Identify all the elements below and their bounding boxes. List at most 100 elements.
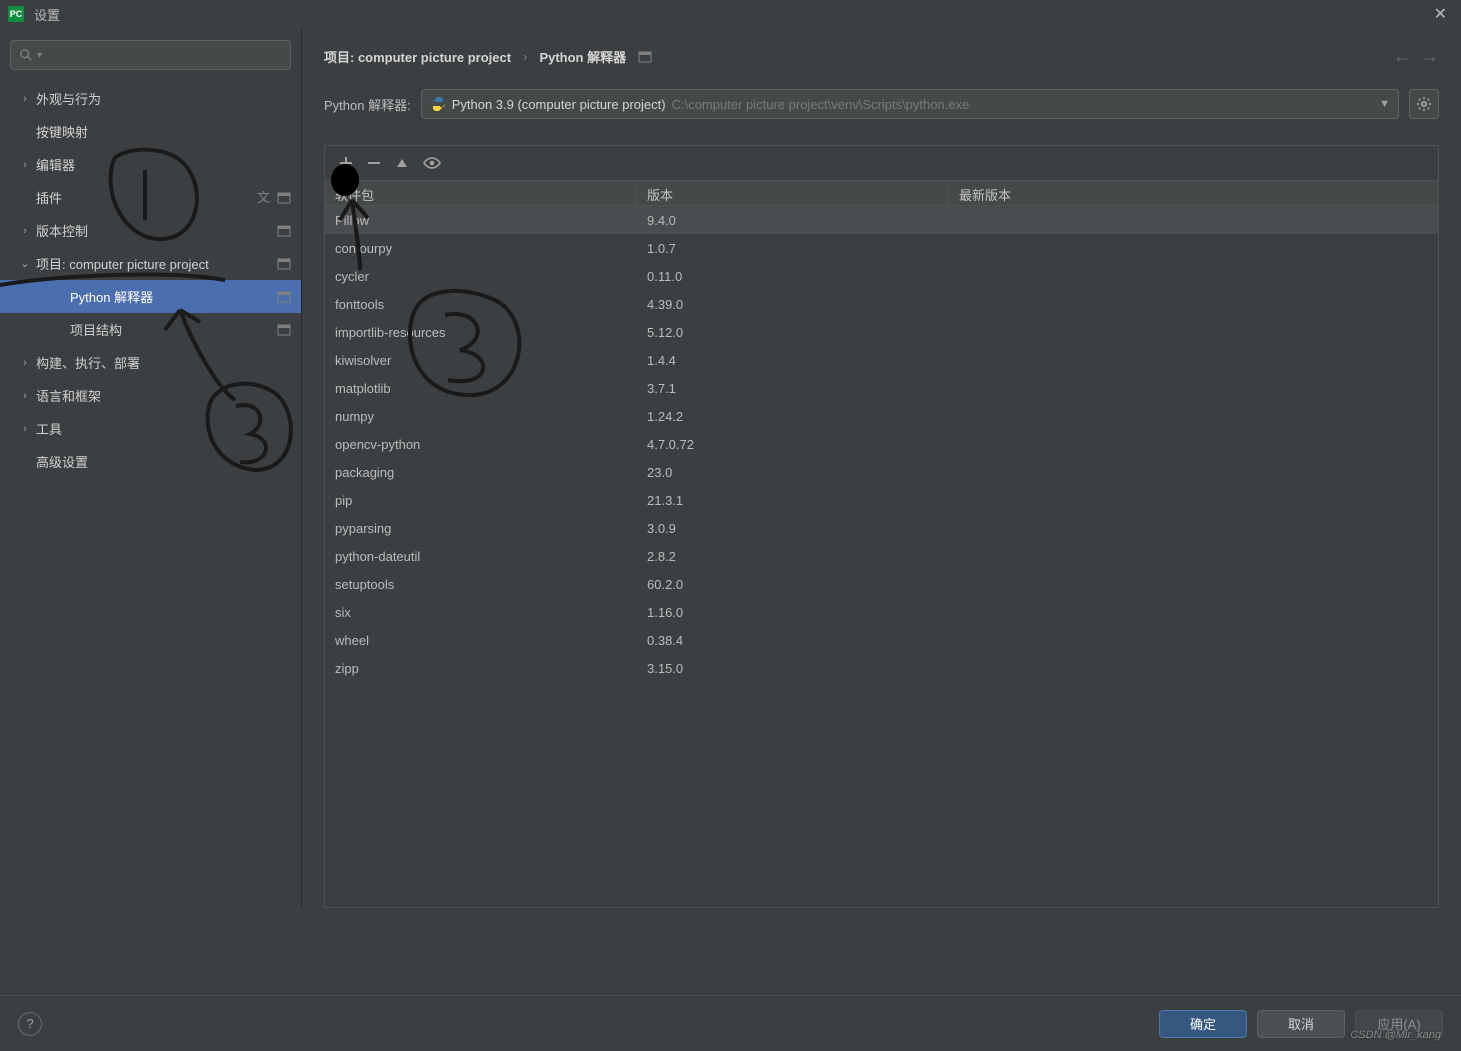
package-name: wheel: [325, 633, 637, 648]
package-row[interactable]: importlib-resources5.12.0: [325, 318, 1438, 346]
package-version: 23.0: [637, 465, 949, 480]
add-package-button[interactable]: [339, 156, 353, 170]
package-version: 21.3.1: [637, 493, 949, 508]
python-icon: [430, 96, 446, 112]
package-row[interactable]: kiwisolver1.4.4: [325, 346, 1438, 374]
interpreter-path: C:\computer picture project\venv\Scripts…: [672, 97, 970, 112]
package-row[interactable]: wheel0.38.4: [325, 626, 1438, 654]
sidebar-item[interactable]: ⌄项目: computer picture project: [0, 247, 301, 280]
package-row[interactable]: opencv-python4.7.0.72: [325, 430, 1438, 458]
package-version: 4.39.0: [637, 297, 949, 312]
package-row[interactable]: six1.16.0: [325, 598, 1438, 626]
tree-arrow-icon: ›: [18, 225, 32, 237]
content-pane: 项目: computer picture project › Python 解释…: [302, 28, 1461, 908]
package-name: importlib-resources: [325, 325, 637, 340]
tree-arrow-icon: ›: [18, 423, 32, 435]
package-version: 4.7.0.72: [637, 437, 949, 452]
sidebar-item[interactable]: ›工具: [0, 412, 301, 445]
gear-icon: [1416, 96, 1432, 112]
package-name: fonttools: [325, 297, 637, 312]
sidebar-item-label: 高级设置: [36, 452, 291, 471]
sidebar-item-label: 外观与行为: [36, 89, 291, 108]
nav-back-icon[interactable]: ←: [1393, 46, 1411, 67]
package-list[interactable]: Pillow9.4.0contourpy1.0.7cycler0.11.0fon…: [325, 206, 1438, 907]
titlebar: PC 设置 ✕: [0, 0, 1461, 28]
sidebar-item[interactable]: 项目结构: [0, 313, 301, 346]
package-name: pyparsing: [325, 521, 637, 536]
col-name[interactable]: 软件包: [325, 181, 637, 205]
package-version: 1.0.7: [637, 241, 949, 256]
sidebar-item[interactable]: › 版本控制: [0, 214, 301, 247]
nav-forward-icon[interactable]: →: [1421, 46, 1439, 67]
package-row[interactable]: matplotlib3.7.1: [325, 374, 1438, 402]
close-icon[interactable]: ✕: [1428, 4, 1453, 24]
package-row[interactable]: contourpy1.0.7: [325, 234, 1438, 262]
sidebar-item[interactable]: ›语言和框架: [0, 379, 301, 412]
help-button[interactable]: ?: [18, 1012, 42, 1036]
package-version: 3.7.1: [637, 381, 949, 396]
sidebar-item-label: 语言和框架: [36, 386, 291, 405]
package-version: 1.24.2: [637, 409, 949, 424]
package-row[interactable]: pyparsing3.0.9: [325, 514, 1438, 542]
package-row[interactable]: pip21.3.1: [325, 486, 1438, 514]
col-latest[interactable]: 最新版本: [949, 181, 1259, 205]
interpreter-label: Python 解释器:: [324, 95, 411, 114]
package-name: six: [325, 605, 637, 620]
package-row[interactable]: python-dateutil2.8.2: [325, 542, 1438, 570]
tree-arrow-icon: ⌄: [18, 257, 32, 270]
package-table-header: 软件包 版本 最新版本: [325, 180, 1438, 206]
tree-arrow-icon: ›: [18, 93, 32, 105]
interpreter-dropdown[interactable]: Python 3.9 (computer picture project) C:…: [421, 89, 1399, 119]
show-early-releases-button[interactable]: [423, 156, 441, 170]
project-scope-icon: [277, 257, 291, 271]
chevron-right-icon: ›: [523, 49, 527, 64]
sidebar-item[interactable]: 按键映射: [0, 115, 301, 148]
project-scope-icon: [277, 191, 291, 205]
package-name: Pillow: [325, 213, 637, 228]
sidebar-item[interactable]: ›编辑器: [0, 148, 301, 181]
sidebar-item-label: 构建、执行、部署: [36, 353, 291, 372]
package-version: 0.38.4: [637, 633, 949, 648]
package-row[interactable]: cycler0.11.0: [325, 262, 1438, 290]
project-scope-icon: [277, 290, 291, 304]
package-version: 1.16.0: [637, 605, 949, 620]
col-version[interactable]: 版本: [637, 181, 949, 205]
sidebar-item[interactable]: › 外观与行为: [0, 82, 301, 115]
sidebar-item-label: 版本控制: [36, 221, 277, 240]
tree-arrow-icon: ›: [18, 159, 32, 171]
sidebar-item[interactable]: Python 解释器: [0, 280, 301, 313]
ok-button[interactable]: 确定: [1159, 1010, 1247, 1038]
interpreter-settings-button[interactable]: [1409, 89, 1439, 119]
window-title: 设置: [34, 5, 60, 24]
project-scope-icon: [277, 323, 291, 337]
breadcrumb-page: Python 解释器: [539, 47, 626, 66]
package-toolbar: [325, 146, 1438, 180]
eye-icon: [423, 156, 441, 170]
package-row[interactable]: packaging23.0: [325, 458, 1438, 486]
package-name: opencv-python: [325, 437, 637, 452]
package-panel: 软件包 版本 最新版本 Pillow9.4.0contourpy1.0.7cyc…: [324, 145, 1439, 908]
sidebar-item[interactable]: 插件文A: [0, 181, 301, 214]
sidebar-item[interactable]: › 构建、执行、部署: [0, 346, 301, 379]
package-name: contourpy: [325, 241, 637, 256]
package-name: zipp: [325, 661, 637, 676]
upgrade-package-button[interactable]: [395, 156, 409, 170]
footer: ? 确定 取消 应用(A): [0, 995, 1461, 1051]
package-row[interactable]: zipp3.15.0: [325, 654, 1438, 682]
package-version: 0.11.0: [637, 269, 949, 284]
package-name: pip: [325, 493, 637, 508]
sidebar-item[interactable]: 高级设置: [0, 445, 301, 478]
package-row[interactable]: fonttools4.39.0: [325, 290, 1438, 318]
search-input[interactable]: ▾: [10, 40, 291, 70]
remove-package-button[interactable]: [367, 156, 381, 170]
package-version: 60.2.0: [637, 577, 949, 592]
tree-arrow-icon: ›: [18, 357, 32, 369]
package-row[interactable]: Pillow9.4.0: [325, 206, 1438, 234]
package-row[interactable]: setuptools60.2.0: [325, 570, 1438, 598]
cancel-button[interactable]: 取消: [1257, 1010, 1345, 1038]
project-scope-icon: [277, 224, 291, 238]
package-version: 1.4.4: [637, 353, 949, 368]
apply-button[interactable]: 应用(A): [1355, 1010, 1443, 1038]
package-row[interactable]: numpy1.24.2: [325, 402, 1438, 430]
plus-icon: [339, 156, 353, 170]
